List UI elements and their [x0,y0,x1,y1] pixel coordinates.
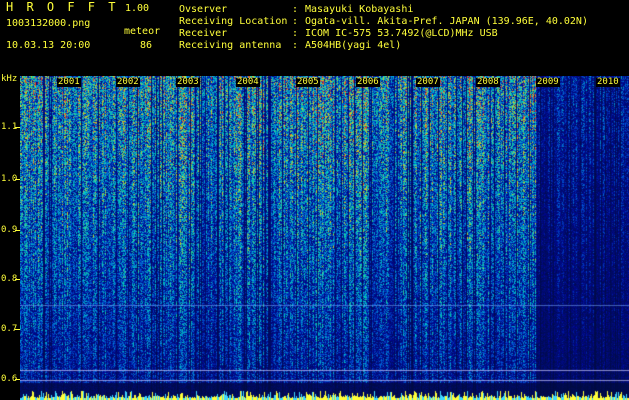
y-tick [15,179,20,180]
info-value: Masayuki Kobayashi [305,4,414,15]
info-colon: : [292,16,299,27]
info-colon: : [292,40,299,51]
info-key: Receiver [179,28,228,39]
spectrogram-canvas [20,76,629,400]
meteor-count: 86 [140,40,153,51]
y-tick [15,127,20,128]
header-panel: H R O F F T 1.00 1003132000.png 10.03.13… [0,0,629,74]
year-label: 2001 [57,77,81,87]
frequency-axis: kHz 1.1 1.0 0.9 0.8 0.7 0.6 [0,74,20,400]
year-label: 2007 [416,77,440,87]
y-tick [15,230,20,231]
year-label: 2002 [116,77,140,87]
app-title: H R O F F T [6,0,119,14]
app-version: 1.00 [125,3,150,14]
info-key: Ovserver [179,4,228,15]
axis-unit: kHz [1,74,18,84]
year-label: 2005 [296,77,320,87]
info-key: Receiving Location [179,16,288,27]
y-tick [15,329,20,330]
info-colon: : [292,4,299,15]
y-tick [15,379,20,380]
info-value: Ogata-vill. Akita-Pref. JAPAN (139.96E, … [305,16,588,27]
capture-datetime: 10.03.13 20:00 [6,40,91,51]
file-name: 1003132000.png [6,18,91,29]
year-label: 2009 [536,77,560,87]
year-label: 2003 [176,77,200,87]
year-label: 2010 [596,77,620,87]
year-label: 2004 [236,77,260,87]
info-colon: : [292,28,299,39]
year-label: 2006 [356,77,380,87]
info-value: ICOM IC-575 53.7492(@LCD)MHz USB [305,28,498,39]
meteor-label: meteor [124,26,161,37]
year-label: 2008 [476,77,500,87]
y-tick [15,279,20,280]
info-key: Receiving antenna [179,40,282,51]
info-value: A504HB(yagi 4el) [305,40,402,51]
